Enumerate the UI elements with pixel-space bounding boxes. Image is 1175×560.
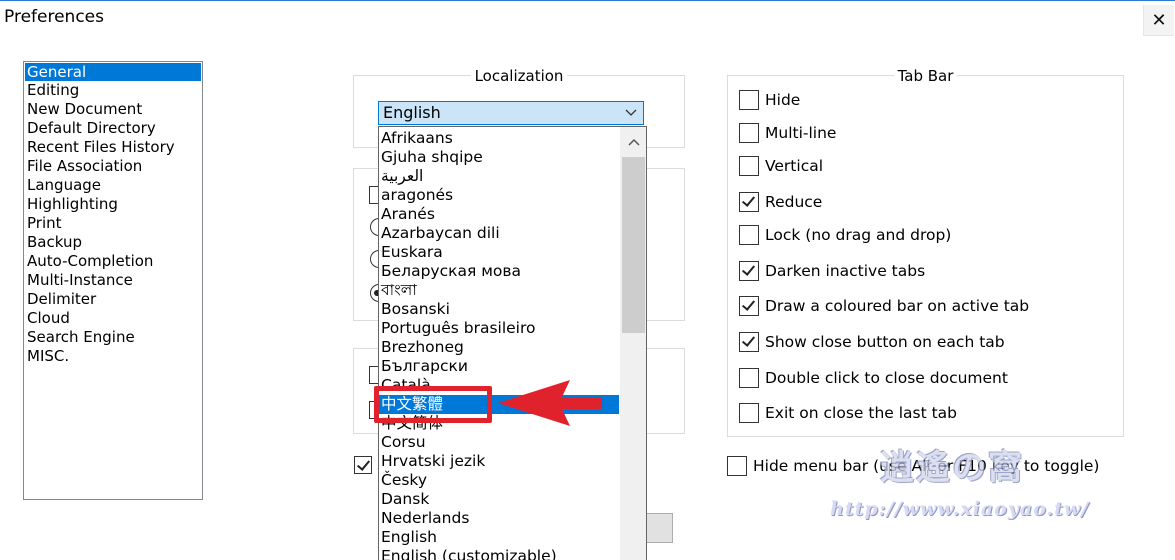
window-title: Preferences bbox=[4, 7, 104, 27]
category-item[interactable]: Editing bbox=[24, 81, 202, 100]
language-option[interactable]: Corsu bbox=[379, 433, 619, 452]
category-item[interactable]: Recent Files History bbox=[24, 138, 202, 157]
tab-bar-option-label: Draw a coloured bar on active tab bbox=[765, 297, 1030, 315]
language-option[interactable]: Dansk bbox=[379, 490, 619, 509]
tab-bar-checkbox[interactable] bbox=[739, 296, 759, 316]
category-list[interactable]: General Editing New Document Default Direct… bbox=[23, 61, 203, 500]
category-item[interactable]: Highlighting bbox=[24, 195, 202, 214]
close-icon: ✕ bbox=[1151, 9, 1167, 31]
watermark: 逍遙の窩 http://www.xiaoyao.tw/ bbox=[830, 440, 1100, 530]
watermark-url: http://www.xiaoyao.tw/ bbox=[830, 498, 1090, 520]
tab-bar-option[interactable]: Exit on close the last tab bbox=[739, 403, 957, 423]
category-item[interactable]: File Association bbox=[24, 157, 202, 176]
tab-bar-option-label: Lock (no drag and drop) bbox=[765, 226, 952, 244]
tab-bar-option-label: Vertical bbox=[765, 157, 824, 175]
dropdown-scrollbar[interactable] bbox=[620, 127, 646, 560]
language-option[interactable]: Bosanski bbox=[379, 300, 619, 319]
tab-bar-option[interactable]: Draw a coloured bar on active tab bbox=[739, 296, 1029, 316]
category-item[interactable]: Cloud bbox=[24, 309, 202, 328]
language-option[interactable]: Português brasileiro bbox=[379, 319, 619, 338]
tab-bar-option-label: Multi-line bbox=[765, 124, 837, 142]
language-combo-value: English bbox=[383, 103, 441, 122]
language-option[interactable]: Gjuha shqipe bbox=[379, 148, 619, 167]
tab-bar-option-label: Reduce bbox=[765, 193, 823, 211]
tab-bar-option-label: Hide bbox=[765, 91, 801, 109]
tab-bar-option-label: Darken inactive tabs bbox=[765, 262, 926, 280]
tab-bar-option[interactable]: Darken inactive tabs bbox=[739, 261, 925, 281]
tab-bar-option[interactable]: Hide bbox=[739, 90, 800, 110]
hide-menu-bar-checkbox[interactable] bbox=[727, 456, 747, 476]
watermark-logo: 逍遙の窩 bbox=[880, 448, 1024, 488]
tab-bar-checkbox[interactable] bbox=[739, 368, 759, 388]
language-option[interactable]: العربية bbox=[379, 167, 619, 186]
language-option[interactable]: Afrikaans bbox=[379, 129, 619, 148]
category-item[interactable]: MISC. bbox=[24, 347, 202, 366]
language-option[interactable]: Hrvatski jezik bbox=[379, 452, 619, 471]
language-option[interactable]: aragonés bbox=[379, 186, 619, 205]
tab-bar-option[interactable]: Lock (no drag and drop) bbox=[739, 225, 951, 245]
language-option[interactable]: Brezhoneg bbox=[379, 338, 619, 357]
language-option[interactable]: Aranés bbox=[379, 205, 619, 224]
language-combo[interactable]: English bbox=[378, 101, 644, 125]
annotation-highlight-box bbox=[374, 386, 492, 423]
tab-bar-checkbox[interactable] bbox=[739, 123, 759, 143]
language-option[interactable]: Български bbox=[379, 357, 619, 376]
tab-bar-checkbox[interactable] bbox=[739, 261, 759, 281]
hidden-checked-checkbox[interactable] bbox=[354, 456, 372, 474]
category-item[interactable]: Search Engine bbox=[24, 328, 202, 347]
hidden-button[interactable] bbox=[646, 513, 673, 543]
tab-bar-checkbox[interactable] bbox=[739, 332, 759, 352]
language-option[interactable]: Česky bbox=[379, 471, 619, 490]
close-button[interactable]: ✕ bbox=[1143, 5, 1174, 36]
category-item[interactable]: Backup bbox=[24, 233, 202, 252]
tab-bar-checkbox[interactable] bbox=[739, 225, 759, 245]
language-option[interactable]: English (customizable) bbox=[379, 547, 619, 560]
tab-bar-option-label: Show close button on each tab bbox=[765, 333, 1005, 351]
tab-bar-option[interactable]: Show close button on each tab bbox=[739, 332, 1005, 352]
annotation-arrow-icon bbox=[498, 380, 602, 426]
tab-bar-option[interactable]: Reduce bbox=[739, 192, 822, 212]
tab-bar-option[interactable]: Multi-line bbox=[739, 123, 836, 143]
category-item[interactable]: Print bbox=[24, 214, 202, 233]
tab-bar-checkbox[interactable] bbox=[739, 192, 759, 212]
scroll-up-icon[interactable] bbox=[621, 127, 646, 157]
category-item[interactable]: Multi-Instance bbox=[24, 271, 202, 290]
tab-bar-option-label: Exit on close the last tab bbox=[765, 404, 958, 422]
language-option[interactable]: Nederlands bbox=[379, 509, 619, 528]
language-option[interactable]: Azarbaycan dili bbox=[379, 224, 619, 243]
category-item[interactable]: Auto-Completion bbox=[24, 252, 202, 271]
tab-bar-title: Tab Bar bbox=[893, 67, 958, 85]
language-dropdown-list[interactable]: Afrikaans Gjuha shqipe العربية aragonés Aran… bbox=[378, 126, 647, 560]
window-top-border bbox=[0, 0, 1175, 1]
language-option[interactable]: Беларуская мова bbox=[379, 262, 619, 281]
category-item[interactable]: Delimiter bbox=[24, 290, 202, 309]
language-option[interactable]: Euskara bbox=[379, 243, 619, 262]
localization-title: Localization bbox=[470, 67, 568, 85]
language-option[interactable]: English bbox=[379, 528, 619, 547]
tab-bar-option[interactable]: Double click to close document bbox=[739, 368, 1008, 388]
language-option[interactable]: বাংলা bbox=[379, 281, 619, 300]
category-item[interactable]: Default Directory bbox=[24, 119, 202, 138]
tab-bar-checkbox[interactable] bbox=[739, 156, 759, 176]
category-item[interactable]: General bbox=[25, 63, 201, 81]
category-item[interactable]: Language bbox=[24, 176, 202, 195]
tab-bar-checkbox[interactable] bbox=[739, 90, 759, 110]
scrollbar-thumb[interactable] bbox=[622, 157, 645, 333]
tab-bar-checkbox[interactable] bbox=[739, 403, 759, 423]
category-item[interactable]: New Document bbox=[24, 100, 202, 119]
tab-bar-option[interactable]: Vertical bbox=[739, 156, 823, 176]
tab-bar-option-label: Double click to close document bbox=[765, 369, 1008, 387]
